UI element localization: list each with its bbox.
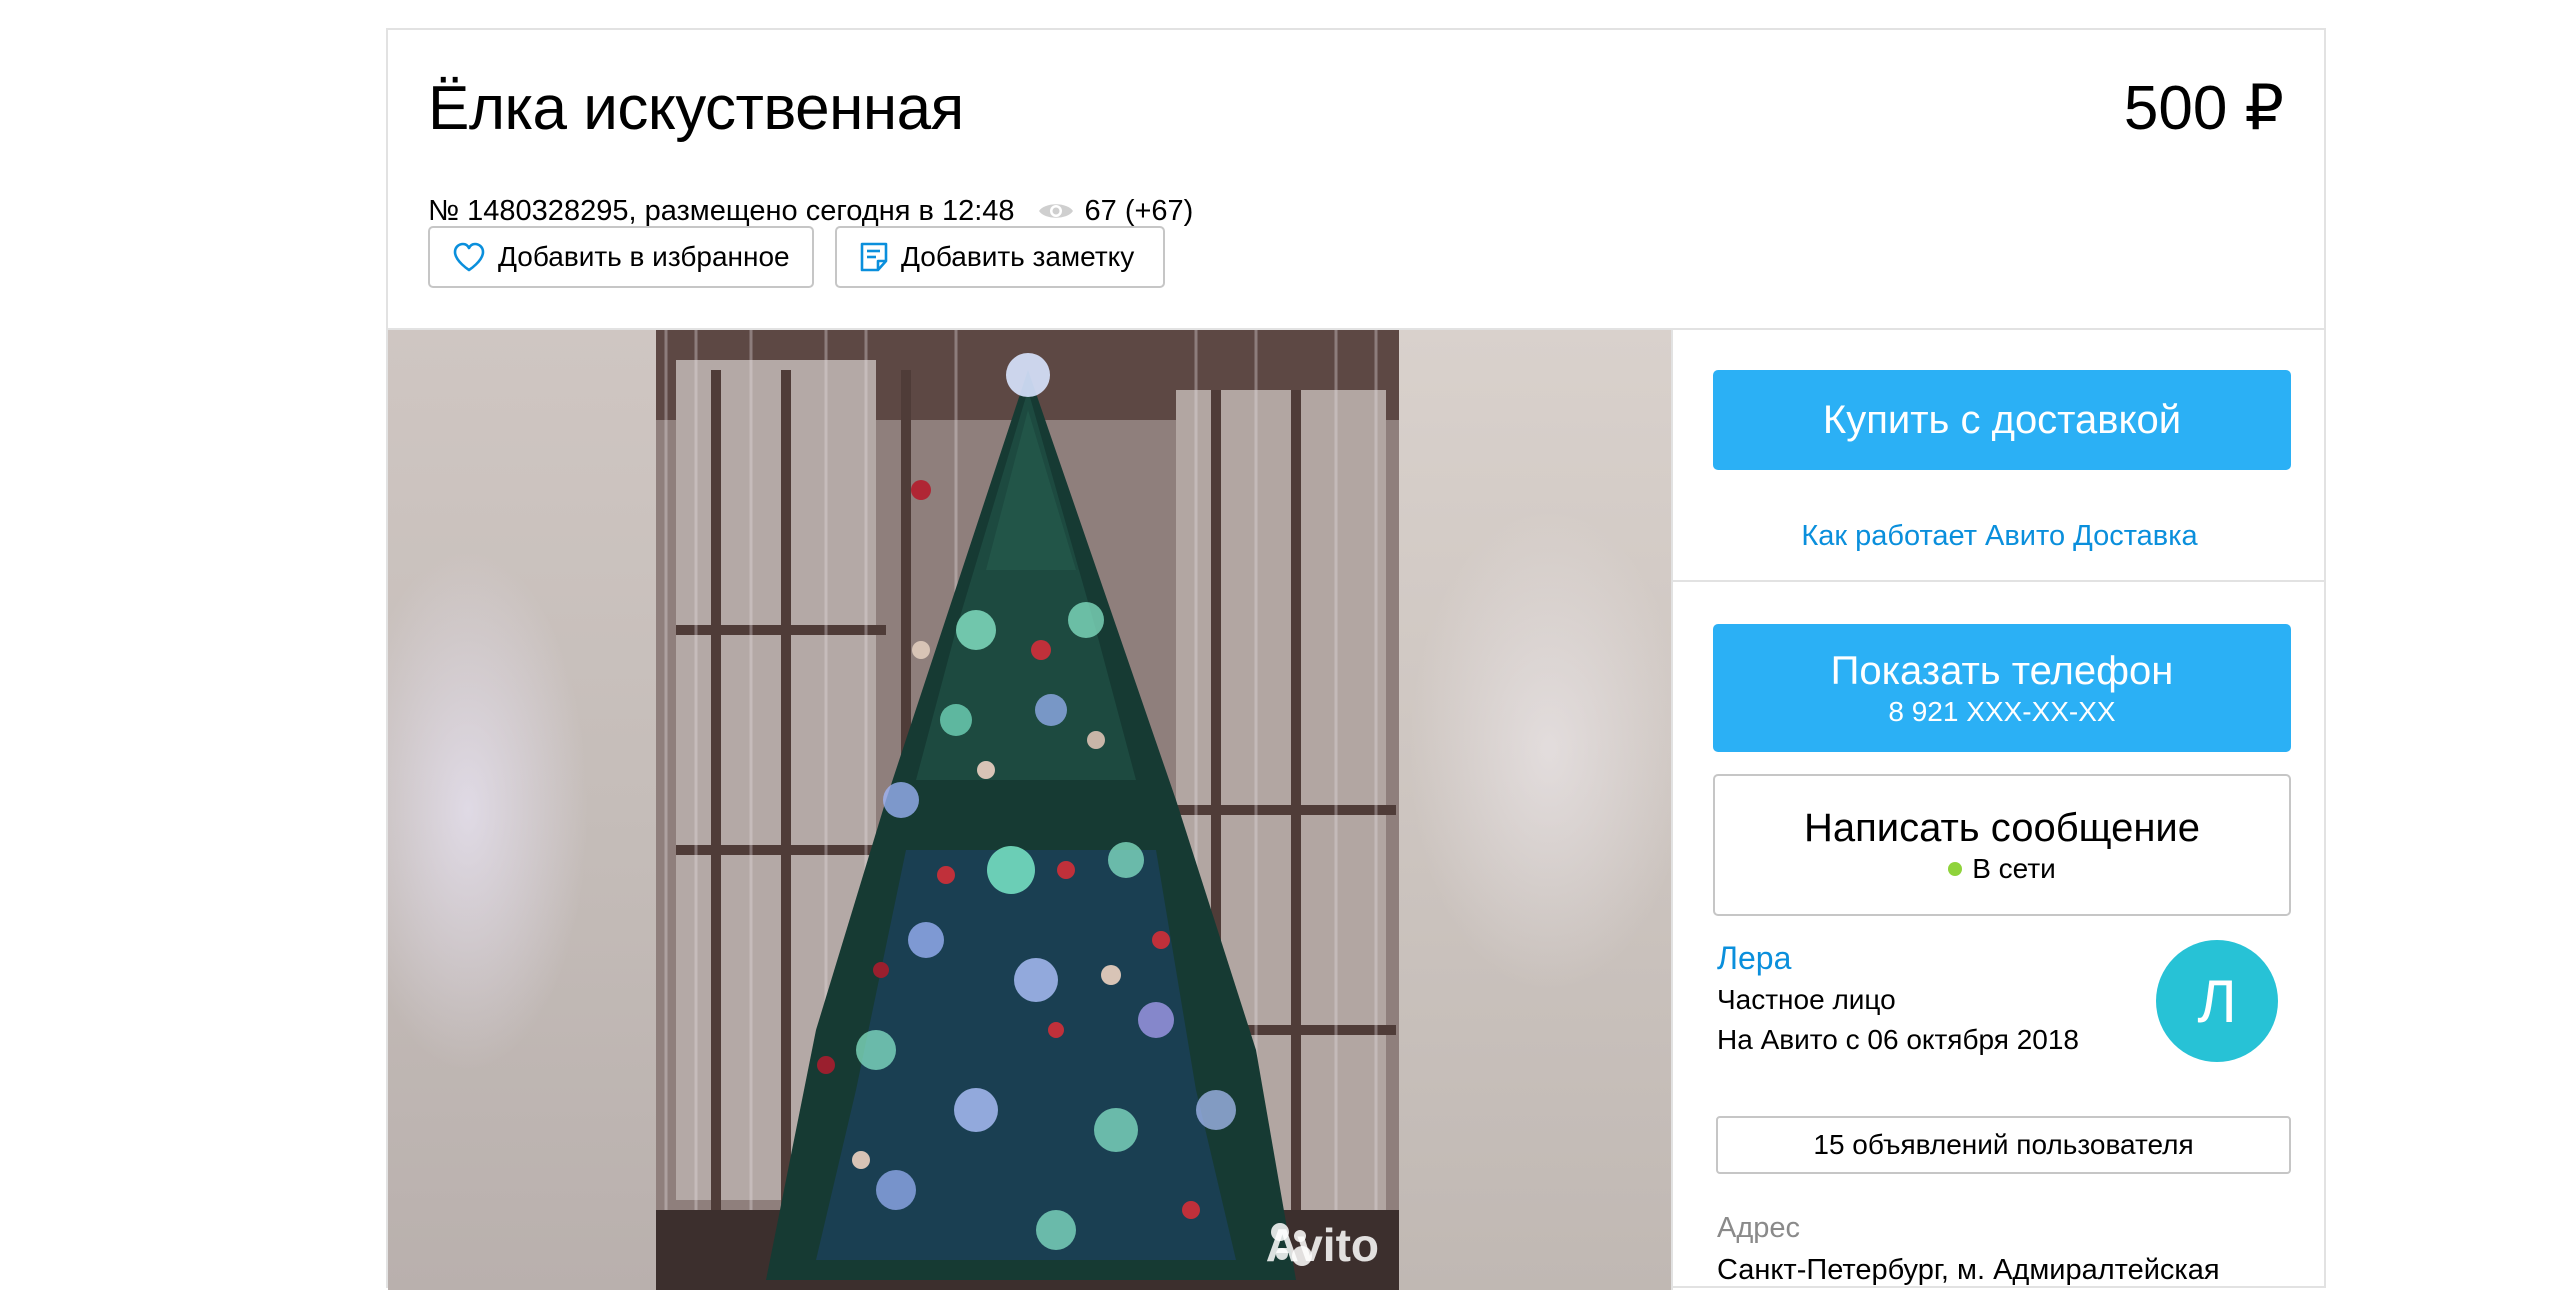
seller-type: Частное лицо [1717, 984, 1896, 1015]
seller-avatar[interactable]: Л [2156, 940, 2278, 1062]
online-dot-icon [1948, 862, 1963, 876]
views-count: 67 (+67) [1084, 195, 1194, 227]
online-status-text: В сети [1972, 853, 2056, 884]
contact-sidebar: Купить с доставкой Как работает Авито До… [1671, 330, 2326, 1290]
masked-phone-number: 8 921 XXX-XX-XX [1888, 696, 2116, 727]
add-to-favorites-label: Добавить в избранное [498, 241, 790, 272]
add-note-label: Добавить заметку [901, 241, 1135, 272]
listing-photo[interactable]: Avito [656, 330, 1399, 1290]
listing-id-and-date: № 1480328295, размещено сегодня в 12:48 [428, 195, 1015, 227]
address-label: Адрес [1717, 1212, 1801, 1244]
write-message-button[interactable]: Написать сообщение В сети [1713, 774, 2291, 916]
add-to-favorites-button[interactable]: Добавить в избранное [428, 226, 814, 288]
add-note-button[interactable]: Добавить заметку [835, 226, 1165, 288]
views-counter: 67 (+67) [1037, 193, 1194, 229]
sidebar-divider [1673, 580, 2326, 582]
listing-price: 500 ₽ [2123, 74, 2284, 143]
delivery-info-link[interactable]: Как работает Авито Доставка [1673, 520, 2326, 553]
seller-name-link[interactable]: Лера [1717, 940, 1791, 977]
show-phone-label: Показать телефон [1830, 649, 2174, 693]
address-value: Санкт-Петербург, м. Адмиралтейская [1717, 1254, 2220, 1286]
listing-meta: № 1480328295, размещено сегодня в 12:48 … [428, 193, 1193, 229]
online-status: В сети [1948, 852, 2056, 886]
show-phone-button[interactable]: Показать телефон 8 921 XXX-XX-XX [1713, 624, 2291, 752]
note-icon [860, 242, 888, 272]
buy-with-delivery-button[interactable]: Купить с доставкой [1713, 370, 2291, 470]
avito-watermark: Avito [1266, 1218, 1379, 1272]
eye-icon [1038, 204, 1073, 218]
listing-header: Ёлка искуственная 500 ₽ № 1480328295, ра… [388, 30, 2324, 330]
avito-logo-icon [1270, 1223, 1312, 1266]
listing-card: Ёлка искуственная 500 ₽ № 1480328295, ра… [386, 28, 2326, 1290]
write-message-label: Написать сообщение [1803, 806, 2200, 850]
seller-since: На Авито с 06 октября 2018 [1717, 1024, 2079, 1055]
christmas-tree-image [656, 330, 1399, 1290]
heart-icon [453, 242, 485, 272]
listing-title: Ёлка искуственная [428, 74, 964, 143]
seller-listings-button[interactable]: 15 объявлений пользователя [1716, 1116, 2291, 1174]
gallery-blur-right [1399, 330, 1671, 1290]
photo-gallery[interactable]: Avito [388, 330, 1671, 1290]
gallery-blur-left [388, 330, 656, 1290]
